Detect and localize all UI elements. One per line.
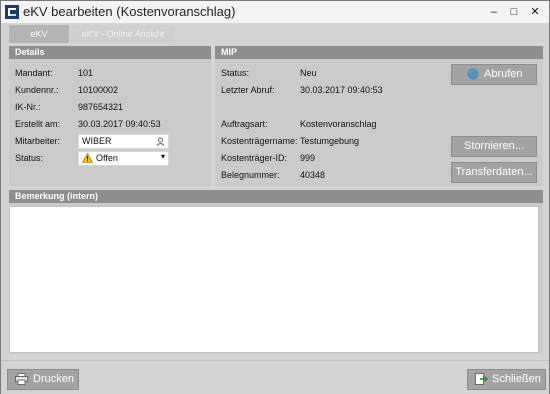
status-label: Status: [15,153,44,163]
maximize-button[interactable]: □ [505,4,523,20]
erstellt-value: 30.03.2017 09:40:53 [78,119,161,129]
footer-bar: Drucken Schließen [1,360,549,394]
abrufen-button[interactable]: Abrufen [451,64,537,85]
bemerkung-textarea[interactable] [9,206,539,353]
mitarbeiter-value: WIBER [82,136,112,146]
kundennr-label: Kundennr.: [15,85,59,95]
schliessen-label: Schließen [492,373,541,385]
kostentraegername-value: Testumgebung [300,136,360,146]
mip-status-value: Neu [300,68,317,78]
belegnummer-label: Belegnummer: [221,170,280,180]
schliessen-button[interactable]: Schließen [467,369,546,390]
mitarbeiter-field[interactable]: WIBER [78,134,169,149]
tab-ekv-online[interactable]: eKV - Online Ansicht [71,25,175,43]
mitarbeiter-label: Mitarbeiter: [15,136,61,146]
status-select[interactable]: Offen ▾ [78,151,169,166]
auftragsart-value: Kostenvoranschlag [300,119,377,129]
minimize-button[interactable]: ‒ [485,4,503,20]
details-panel: Details Mandant: 101 Kundennr.: 10100002… [9,46,211,186]
mip-header: MIP [215,46,543,59]
ik-label: IK-Nr.: [15,102,41,112]
tab-ekv[interactable]: eKV [9,25,69,43]
chevron-down-icon[interactable]: ▾ [161,152,165,161]
letzter-abruf-label: Letzter Abruf: [221,85,275,95]
mip-status-label: Status: [221,68,250,78]
drucken-label: Drucken [33,373,74,385]
dialog-window: eKV bearbeiten (Kostenvoranschlag) ‒ □ ✕… [0,0,550,394]
details-header: Details [9,46,211,59]
status-value: Offen [96,153,118,163]
mandant-value: 101 [78,68,94,78]
title-bar: eKV bearbeiten (Kostenvoranschlag) ‒ □ ✕ [1,1,549,23]
erstellt-label: Erstellt am: [15,119,61,129]
ik-value: 987654321 [78,102,124,112]
kostentraegername-label: Kostenträgername: [221,136,298,146]
stornieren-button[interactable]: Stornieren... [451,136,537,157]
window-title: eKV bearbeiten (Kostenvoranschlag) [23,4,236,19]
kostentraeger-id-label: Kostenträger-ID: [221,153,288,163]
app-icon [5,5,19,19]
globe-icon [467,68,479,80]
close-button[interactable]: ✕ [526,4,544,20]
warning-icon [82,153,93,163]
mip-panel: MIP Status: Neu Letzter Abruf: 30.03.201… [215,46,543,186]
kostentraeger-id-value: 999 [300,153,316,163]
drucken-button[interactable]: Drucken [7,369,79,390]
abrufen-label: Abrufen [484,68,523,80]
belegnummer-value: 40348 [300,170,326,180]
printer-icon [15,373,28,385]
bemerkung-header: Bemerkung (intern) [9,190,543,203]
letzter-abruf-value: 30.03.2017 09:40:53 [300,85,383,95]
auftragsart-label: Auftragsart: [221,119,268,129]
exit-icon [475,373,488,385]
kundennr-value: 10100002 [78,85,119,95]
person-icon[interactable] [156,137,165,146]
mandant-label: Mandant: [15,68,53,78]
transferdaten-button[interactable]: Transferdaten... [451,162,537,183]
